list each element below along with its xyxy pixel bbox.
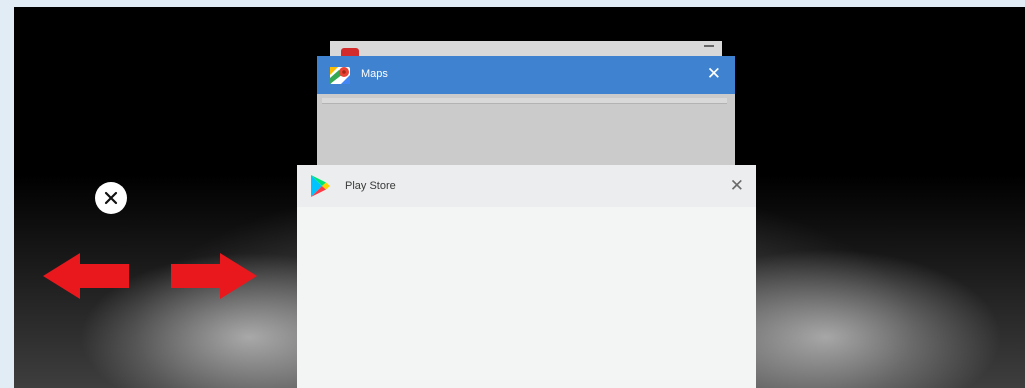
recents-screen: Maps ✕ Play Store ✕ xyxy=(14,7,1025,388)
recent-card-play-store-header: Play Store ✕ xyxy=(297,165,756,207)
arrow-left-icon xyxy=(43,253,129,299)
recent-card-maps-header: Maps ✕ xyxy=(317,56,735,94)
recent-card-play-store-title: Play Store xyxy=(345,180,396,192)
close-icon[interactable]: ✕ xyxy=(707,65,721,83)
recent-card-maps-title: Maps xyxy=(361,68,388,80)
close-icon[interactable] xyxy=(704,45,714,53)
recent-card-play-store[interactable]: Play Store ✕ xyxy=(297,165,756,388)
maps-icon xyxy=(330,67,350,84)
maps-content-bar xyxy=(322,98,727,104)
close-icon[interactable]: ✕ xyxy=(730,177,744,195)
play-store-icon xyxy=(311,175,330,197)
recent-card-maps[interactable]: Maps ✕ xyxy=(317,56,735,181)
close-x-icon xyxy=(104,191,118,205)
arrow-right-icon xyxy=(171,253,257,299)
close-circle-icon[interactable] xyxy=(95,182,127,214)
